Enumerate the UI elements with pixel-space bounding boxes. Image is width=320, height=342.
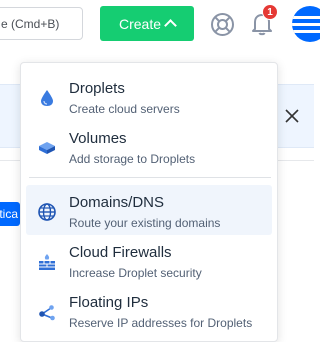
- avatar[interactable]: [292, 6, 320, 42]
- close-icon[interactable]: [285, 109, 299, 123]
- chevron-up-icon: [164, 19, 177, 32]
- create-button-label: Create: [118, 15, 162, 32]
- notification-badge: 1: [262, 4, 278, 20]
- create-button[interactable]: Create: [100, 6, 194, 41]
- menu-item-subtitle: Create cloud servers: [69, 102, 180, 116]
- globe-icon: [38, 203, 56, 221]
- menu-item-droplets[interactable]: Droplets Create cloud servers: [26, 71, 272, 121]
- search-placeholder: e (Cmd+B): [1, 17, 60, 31]
- volume-icon: [39, 142, 55, 154]
- droplet-icon: [41, 90, 53, 106]
- menu-item-subtitle: Route your existing domains: [69, 216, 221, 230]
- menu-item-cloud-firewalls[interactable]: Cloud Firewalls Increase Droplet securit…: [26, 235, 272, 285]
- menu-item-domains-dns[interactable]: Domains/DNS Route your existing domains: [26, 185, 272, 235]
- menu-item-floating-ips[interactable]: Floating IPs Reserve IP addresses for Dr…: [26, 285, 272, 335]
- menu-item-subtitle: Increase Droplet security: [69, 266, 202, 280]
- partial-page-button[interactable]: atica: [0, 202, 20, 226]
- menu-divider: [29, 177, 271, 178]
- menu-item-title: Cloud Firewalls: [69, 244, 172, 261]
- menu-item-subtitle: Reserve IP addresses for Droplets: [69, 316, 253, 330]
- create-dropdown-menu: Droplets Create cloud servers Volumes Ad…: [20, 62, 278, 342]
- menu-item-volumes[interactable]: Volumes Add storage to Droplets: [26, 121, 272, 171]
- menu-item-title: Volumes: [69, 130, 127, 147]
- floating-ip-icon: [39, 305, 55, 321]
- menu-item-title: Domains/DNS: [69, 194, 165, 211]
- menu-item-subtitle: Add storage to Droplets: [69, 152, 196, 166]
- menu-item-title: Floating IPs: [69, 294, 149, 311]
- help-icon[interactable]: [210, 12, 235, 37]
- search-input[interactable]: e (Cmd+B): [0, 7, 83, 40]
- partial-page-button-label: atica: [0, 207, 18, 221]
- menu-item-title: Droplets: [69, 80, 125, 97]
- firewall-icon: [39, 254, 55, 270]
